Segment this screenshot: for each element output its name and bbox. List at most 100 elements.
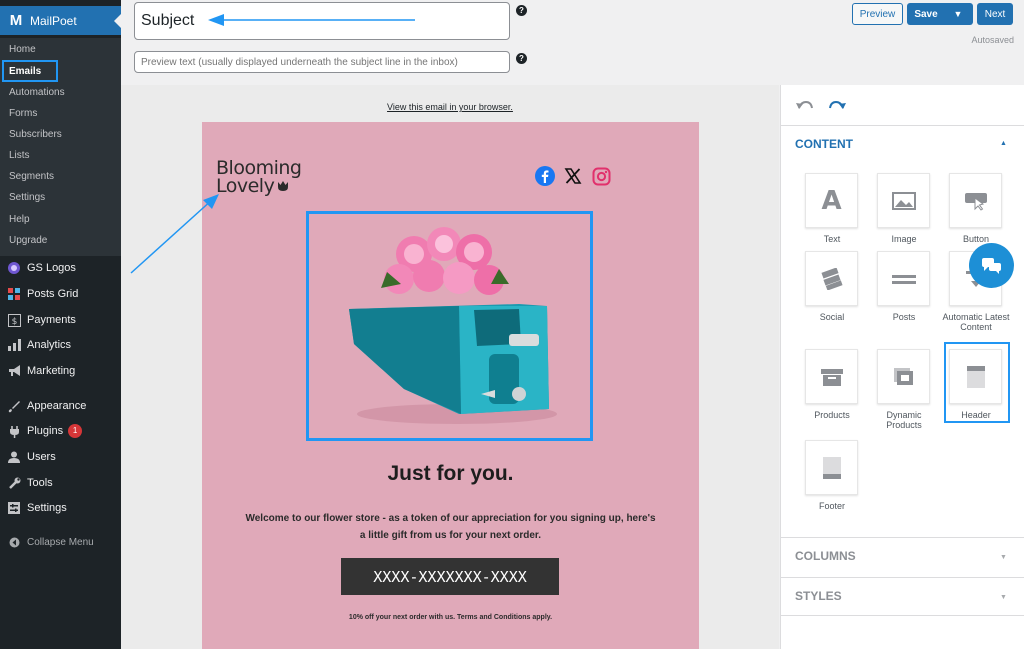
brand-logo[interactable]: Blooming Lovely — [216, 159, 302, 197]
autosaved-status: Autosaved — [971, 35, 1014, 45]
email-headline[interactable]: Just for you. — [202, 462, 699, 486]
block-label: Footer — [818, 501, 845, 511]
email-canvas: View this email in your browser. Bloomin… — [121, 85, 779, 649]
submenu-forms[interactable]: Forms — [9, 108, 37, 119]
tulip-icon — [274, 175, 290, 197]
menu-appearance[interactable]: Appearance — [7, 398, 86, 414]
submenu-subscribers[interactable]: Subscribers — [9, 129, 62, 140]
divider — [781, 615, 1024, 616]
toaster-flowers-illustration — [309, 214, 590, 438]
block-posts[interactable]: Posts — [868, 251, 940, 322]
preview-text-input[interactable] — [134, 51, 510, 73]
collapse-menu-button[interactable]: Collapse Menu — [7, 534, 94, 550]
submenu-upgrade[interactable]: Upgrade — [9, 235, 47, 246]
dynamic-products-icon — [877, 349, 930, 404]
products-icon — [805, 349, 858, 404]
chat-support-icon[interactable] — [969, 243, 1014, 288]
menu-tools[interactable]: Tools — [7, 475, 53, 491]
submenu-segments[interactable]: Segments — [9, 171, 54, 182]
menu-gs-logos[interactable]: GS Logos — [7, 260, 76, 276]
block-image[interactable]: Image — [868, 173, 940, 244]
menu-label: Users — [27, 451, 56, 463]
menu-analytics[interactable]: Analytics — [7, 337, 71, 353]
email-body[interactable]: Blooming Lovely Just for you. Welcome to… — [202, 122, 699, 649]
block-button[interactable]: Button — [940, 173, 1012, 244]
header-block-highlight — [944, 342, 1010, 423]
email-footnote[interactable]: 10% off your next order with us. Terms a… — [202, 614, 699, 621]
redo-icon[interactable] — [826, 95, 848, 117]
instagram-icon[interactable] — [591, 166, 611, 186]
submenu-lists[interactable]: Lists — [9, 150, 30, 161]
bar-chart-icon — [7, 338, 21, 352]
menu-plugins[interactable]: Plugins 1 — [7, 423, 83, 439]
hero-image[interactable] — [306, 211, 593, 441]
block-products[interactable]: Products — [796, 349, 868, 420]
mailpoet-m-icon: M — [9, 12, 23, 29]
button-icon — [949, 173, 1002, 228]
social-icons — [535, 166, 611, 186]
menu-settings[interactable]: Settings — [7, 500, 67, 516]
svg-text:$: $ — [11, 317, 17, 327]
plugins-update-badge: 1 — [68, 424, 83, 438]
preview-button[interactable]: Preview — [852, 3, 903, 25]
chevron-down-icon[interactable]: ▼ — [1000, 554, 1007, 561]
menu-label: Plugins — [27, 425, 64, 437]
current-menu-arrow — [114, 14, 121, 28]
plug-icon — [7, 424, 21, 438]
editor-sidebar: CONTENT ▲ A Text Image Button Social Pos… — [780, 85, 1024, 649]
collapse-icon — [7, 535, 21, 549]
menu-label: Tools — [27, 477, 53, 489]
sliders-icon — [7, 501, 21, 515]
block-social[interactable]: Social — [796, 251, 868, 322]
undo-icon[interactable] — [794, 95, 816, 117]
submenu-help[interactable]: Help — [9, 214, 30, 225]
coupon-code[interactable]: XXXX-XXXXXXX-XXXX — [341, 558, 559, 595]
paintbrush-icon — [7, 399, 21, 413]
emails-highlight-box — [2, 60, 58, 82]
save-button[interactable]: Save ▼ — [907, 3, 973, 25]
view-in-browser-link[interactable]: View this email in your browser. — [121, 102, 779, 112]
styles-section-header[interactable]: STYLES — [795, 589, 842, 603]
block-label: Button — [962, 234, 990, 244]
menu-users[interactable]: Users — [7, 449, 56, 465]
email-body-text[interactable]: Welcome to our flower store - as a token… — [242, 510, 659, 544]
menu-marketing[interactable]: Marketing — [7, 363, 75, 379]
posts-icon — [877, 251, 930, 306]
menu-posts-grid[interactable]: Posts Grid — [7, 286, 78, 302]
admin-sidebar: M MailPoet Home Emails Automations Forms… — [0, 0, 121, 649]
subject-input[interactable] — [134, 2, 510, 40]
x-icon[interactable] — [563, 166, 583, 186]
submenu-automations[interactable]: Automations — [9, 87, 65, 98]
user-icon — [7, 450, 21, 464]
megaphone-icon — [7, 364, 21, 378]
menu-label: Appearance — [27, 400, 87, 412]
next-button[interactable]: Next — [977, 3, 1013, 25]
mailpoet-menu-item[interactable]: M MailPoet — [0, 6, 121, 35]
block-dynamic-products[interactable]: Dynamic Products — [868, 349, 940, 430]
columns-section-header[interactable]: COLUMNS — [795, 549, 856, 563]
chevron-down-icon[interactable]: ▼ — [1000, 594, 1007, 601]
submenu-home[interactable]: Home — [9, 44, 36, 55]
save-label: Save — [914, 8, 938, 20]
block-label: Image — [891, 234, 917, 244]
block-label: Automatic Latest Content — [942, 312, 1010, 332]
facebook-icon[interactable] — [535, 166, 555, 186]
menu-payments[interactable]: $ Payments — [7, 312, 76, 328]
divider — [781, 537, 1024, 538]
block-footer[interactable]: Footer — [796, 440, 868, 511]
menu-label: GS Logos — [27, 262, 76, 274]
menu-label: Posts Grid — [27, 288, 79, 300]
grid-icon — [7, 287, 21, 301]
block-text[interactable]: A Text — [796, 173, 868, 244]
content-section-header[interactable]: CONTENT — [795, 137, 853, 151]
chevron-down-icon[interactable]: ▼ — [943, 9, 973, 19]
chevron-up-icon[interactable]: ▲ — [1000, 140, 1007, 147]
block-label: Posts — [892, 312, 916, 322]
submenu-settings[interactable]: Settings — [9, 192, 45, 203]
menu-label: Settings — [27, 502, 67, 514]
preview-help-icon[interactable]: ? — [516, 53, 527, 64]
divider — [781, 125, 1024, 126]
block-label: Products — [814, 410, 850, 420]
wrench-icon — [7, 476, 21, 490]
subject-help-icon[interactable]: ? — [516, 5, 527, 16]
